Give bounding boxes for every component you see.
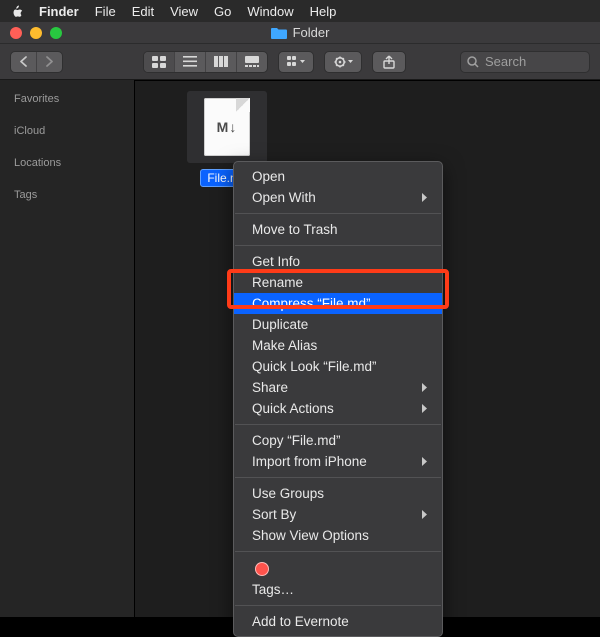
search-placeholder: Search: [485, 54, 526, 69]
context-item-label: Add to Evernote: [252, 614, 349, 629]
forward-button[interactable]: [37, 52, 62, 72]
search-field[interactable]: Search: [460, 51, 590, 73]
context-item-label: Sort By: [252, 507, 296, 522]
context-item-label: Duplicate: [252, 317, 308, 332]
file-thumbnail: M↓: [187, 91, 267, 163]
context-item-label: Show View Options: [252, 528, 369, 543]
back-button[interactable]: [11, 52, 37, 72]
nav-buttons: [10, 51, 63, 73]
view-icons-button[interactable]: [144, 52, 175, 72]
context-item-label: Make Alias: [252, 338, 317, 353]
sidebar-section-tags[interactable]: Tags: [0, 184, 134, 206]
context-item-label: Tags…: [252, 582, 294, 597]
context-separator: [235, 245, 441, 246]
file-glyph: M↓: [204, 119, 250, 135]
context-item-label: Share: [252, 380, 288, 395]
action-gear-button[interactable]: [324, 51, 362, 73]
toolbar: Search: [0, 44, 600, 80]
context-item-quick-look-file-md[interactable]: Quick Look “File.md”: [234, 356, 442, 377]
context-item-tags[interactable]: Tags…: [234, 579, 442, 600]
menubar-item-go[interactable]: Go: [214, 4, 231, 19]
context-item-label: Import from iPhone: [252, 454, 367, 469]
context-separator: [235, 551, 441, 552]
context-item-use-groups[interactable]: Use Groups: [234, 483, 442, 504]
context-item-label: Move to Trash: [252, 222, 338, 237]
context-item-label: Use Groups: [252, 486, 324, 501]
context-item-move-to-trash[interactable]: Move to Trash: [234, 219, 442, 240]
context-menu: Open Open With Move to Trash Get Info Rename…: [233, 161, 443, 637]
tag-color-red-icon[interactable]: [255, 562, 269, 576]
context-item-import-from-iphone[interactable]: Import from iPhone: [234, 451, 442, 472]
share-button[interactable]: [372, 51, 406, 73]
view-mode-buttons: [143, 51, 268, 73]
submenu-arrow-icon: [421, 190, 428, 205]
submenu-arrow-icon: [421, 380, 428, 395]
apple-logo-icon[interactable]: [10, 4, 23, 19]
minimize-button[interactable]: [30, 27, 42, 39]
close-button[interactable]: [10, 27, 22, 39]
context-item-label: Compress “File.md”: [252, 296, 371, 311]
window-title: Folder: [293, 25, 330, 40]
sidebar: Favorites iCloud Locations Tags: [0, 80, 135, 617]
context-item-sort-by[interactable]: Sort By: [234, 504, 442, 525]
context-item-duplicate[interactable]: Duplicate: [234, 314, 442, 335]
context-separator: [235, 213, 441, 214]
context-item-label: Rename: [252, 275, 303, 290]
menubar-item-help[interactable]: Help: [310, 4, 337, 19]
sidebar-section-locations[interactable]: Locations: [0, 152, 134, 174]
context-item-open-with[interactable]: Open With: [234, 187, 442, 208]
zoom-button[interactable]: [50, 27, 62, 39]
context-item-rename[interactable]: Rename: [234, 272, 442, 293]
window-titlebar: Folder: [0, 22, 600, 44]
sidebar-section-icloud[interactable]: iCloud: [0, 120, 134, 142]
context-item-copy-file-md[interactable]: Copy “File.md”: [234, 430, 442, 451]
context-item-show-view-options[interactable]: Show View Options: [234, 525, 442, 546]
context-item-make-alias[interactable]: Make Alias: [234, 335, 442, 356]
context-separator: [235, 424, 441, 425]
context-separator: [235, 605, 441, 606]
context-separator: [235, 477, 441, 478]
context-item-share[interactable]: Share: [234, 377, 442, 398]
view-list-button[interactable]: [175, 52, 206, 72]
group-by-button[interactable]: [278, 51, 314, 73]
menubar-item-window[interactable]: Window: [247, 4, 293, 19]
context-item-compress-file-md[interactable]: Compress “File.md”: [234, 293, 442, 314]
context-item-get-info[interactable]: Get Info: [234, 251, 442, 272]
context-item-label: Copy “File.md”: [252, 433, 341, 448]
menubar-item-view[interactable]: View: [170, 4, 198, 19]
context-item-open[interactable]: Open: [234, 166, 442, 187]
submenu-arrow-icon: [421, 401, 428, 416]
context-item-label: Open: [252, 169, 285, 184]
folder-icon: [271, 27, 287, 39]
submenu-arrow-icon: [421, 454, 428, 469]
context-item-label: Open With: [252, 190, 316, 205]
search-icon: [467, 56, 479, 68]
context-item-tag-swatches[interactable]: [234, 557, 442, 579]
context-item-label: Quick Look “File.md”: [252, 359, 377, 374]
system-menubar: Finder File Edit View Go Window Help: [0, 0, 600, 22]
submenu-arrow-icon: [421, 507, 428, 522]
menubar-app-name[interactable]: Finder: [39, 4, 79, 19]
context-item-add-to-evernote[interactable]: Add to Evernote: [234, 611, 442, 632]
context-item-quick-actions[interactable]: Quick Actions: [234, 398, 442, 419]
menubar-item-file[interactable]: File: [95, 4, 116, 19]
sidebar-section-favorites[interactable]: Favorites: [0, 88, 134, 110]
context-item-label: Quick Actions: [252, 401, 334, 416]
window-controls: [0, 27, 62, 39]
context-item-label: Get Info: [252, 254, 300, 269]
view-gallery-button[interactable]: [237, 52, 267, 72]
menubar-item-edit[interactable]: Edit: [132, 4, 154, 19]
view-columns-button[interactable]: [206, 52, 237, 72]
